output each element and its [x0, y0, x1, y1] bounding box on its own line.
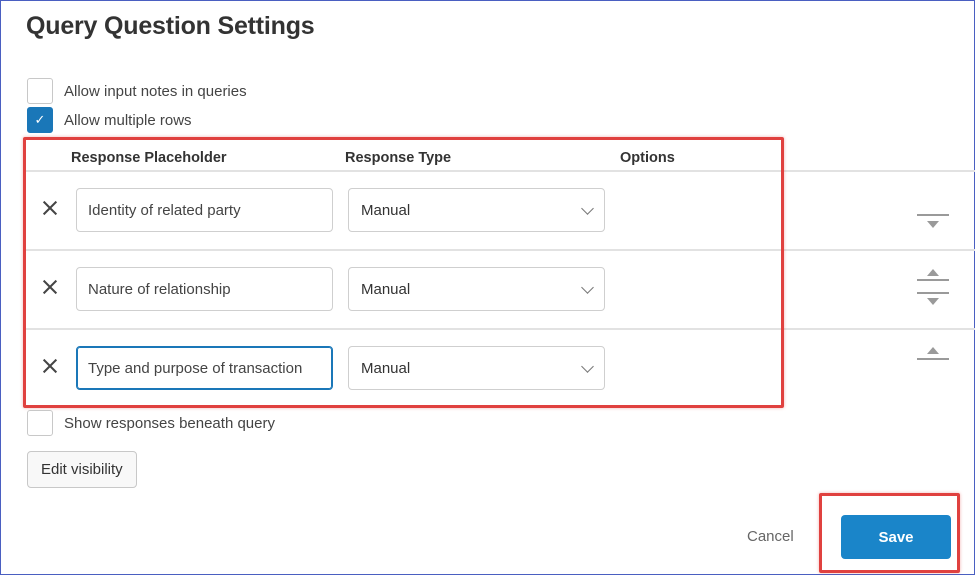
response-type-value: Manual: [361, 359, 411, 377]
response-type-select[interactable]: Manual: [348, 188, 605, 232]
save-button[interactable]: Save: [841, 515, 951, 559]
response-placeholder-input[interactable]: [76, 188, 333, 232]
response-row: Manual: [26, 251, 786, 329]
move-down-icon[interactable]: [917, 214, 949, 232]
page-title: Query Question Settings: [26, 12, 315, 40]
response-row: Manual: [26, 172, 786, 250]
move-row-controls: [917, 268, 949, 308]
move-up-icon[interactable]: [917, 268, 949, 284]
move-down-icon[interactable]: [917, 292, 949, 308]
option-show-responses[interactable]: Show responses beneath query: [27, 410, 275, 436]
response-type-select[interactable]: Manual: [348, 267, 605, 311]
chevron-down-icon: [581, 201, 594, 215]
check-icon: ✓: [34, 112, 46, 127]
allow-multiple-rows-checkbox[interactable]: ✓: [27, 107, 53, 133]
column-header-type: Response Type: [345, 150, 452, 166]
option-allow-input-notes[interactable]: Allow input notes in queries: [27, 78, 247, 104]
edit-visibility-button[interactable]: Edit visibility: [27, 451, 137, 488]
cancel-button[interactable]: Cancel: [747, 528, 794, 545]
close-icon[interactable]: [40, 277, 60, 297]
close-icon[interactable]: [40, 356, 60, 376]
close-icon[interactable]: [40, 198, 60, 218]
column-header-placeholder: Response Placeholder: [71, 150, 227, 166]
allow-input-notes-checkbox[interactable]: [27, 78, 53, 104]
move-up-icon[interactable]: [917, 346, 949, 362]
option-allow-multiple-rows[interactable]: ✓ Allow multiple rows: [27, 107, 192, 133]
chevron-down-icon: [581, 359, 594, 373]
chevron-down-icon: [581, 280, 594, 294]
response-placeholder-input[interactable]: [76, 267, 333, 311]
allow-multiple-rows-label: Allow multiple rows: [64, 111, 192, 129]
show-responses-checkbox[interactable]: [27, 410, 53, 436]
response-placeholder-input[interactable]: [76, 346, 333, 390]
response-row: Manual: [26, 330, 786, 408]
response-type-value: Manual: [361, 280, 411, 298]
column-header-options: Options: [620, 150, 675, 166]
allow-input-notes-label: Allow input notes in queries: [64, 82, 247, 100]
response-type-value: Manual: [361, 201, 411, 219]
show-responses-label: Show responses beneath query: [64, 414, 275, 432]
response-type-select[interactable]: Manual: [348, 346, 605, 390]
